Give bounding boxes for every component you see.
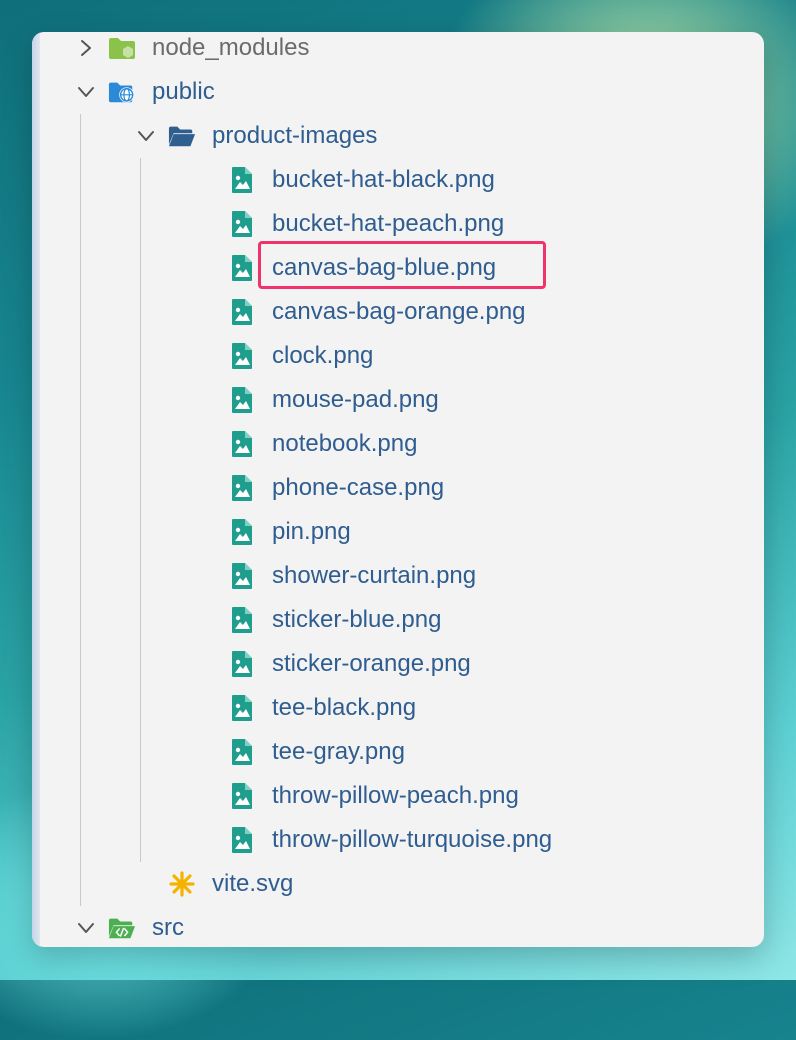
image-file-icon: [228, 607, 256, 633]
file-item[interactable]: clock.png: [32, 334, 764, 378]
file-item[interactable]: shower-curtain.png: [32, 554, 764, 598]
image-file-icon: [228, 783, 256, 809]
file-item-label: pin.png: [272, 518, 351, 545]
public-folder-icon: [108, 79, 136, 105]
file-item-label: throw-pillow-turquoise.png: [272, 826, 553, 853]
file-item-label: bucket-hat-black.png: [272, 166, 495, 193]
image-file-icon: [228, 255, 256, 281]
src-folder-icon: [108, 915, 136, 941]
image-file-icon: [228, 739, 256, 765]
file-tree: node_modules public product-images bucke…: [32, 32, 764, 947]
vite-icon: [168, 871, 196, 897]
file-item[interactable]: bucket-hat-black.png: [32, 158, 764, 202]
image-file-icon: [228, 299, 256, 325]
tree-item-label: src: [152, 914, 184, 941]
tree-item-src[interactable]: src: [32, 906, 764, 947]
image-file-icon: [228, 651, 256, 677]
chevron-down-icon[interactable]: [76, 82, 96, 102]
open-folder-icon: [168, 123, 196, 149]
image-file-icon: [228, 343, 256, 369]
tree-item-label: node_modules: [152, 34, 310, 61]
file-item-label: tee-gray.png: [272, 738, 405, 765]
file-item[interactable]: bucket-hat-peach.png: [32, 202, 764, 246]
image-file-icon: [228, 431, 256, 457]
file-item-label: notebook.png: [272, 430, 418, 457]
file-item[interactable]: mouse-pad.png: [32, 378, 764, 422]
file-item[interactable]: throw-pillow-peach.png: [32, 774, 764, 818]
image-file-icon: [228, 167, 256, 193]
file-item[interactable]: sticker-blue.png: [32, 598, 764, 642]
file-item-label: throw-pillow-peach.png: [272, 782, 519, 809]
tree-item-label: public: [152, 78, 215, 105]
tree-item-public[interactable]: public: [32, 70, 764, 114]
image-file-icon: [228, 695, 256, 721]
file-item[interactable]: tee-black.png: [32, 686, 764, 730]
file-item-label: clock.png: [272, 342, 374, 369]
tree-item-label: product-images: [212, 122, 378, 149]
chevron-down-icon[interactable]: [136, 126, 156, 146]
image-file-icon: [228, 827, 256, 853]
file-item-label: sticker-orange.png: [272, 650, 471, 677]
file-item[interactable]: tee-gray.png: [32, 730, 764, 774]
file-item-label: bucket-hat-peach.png: [272, 210, 505, 237]
file-item-label: sticker-blue.png: [272, 606, 442, 633]
chevron-right-icon[interactable]: [76, 38, 96, 58]
tree-item-label: vite.svg: [212, 870, 294, 897]
image-file-icon: [228, 387, 256, 413]
highlight-box: [258, 241, 546, 289]
file-item[interactable]: sticker-orange.png: [32, 642, 764, 686]
file-item-label: phone-case.png: [272, 474, 445, 501]
image-file-icon: [228, 211, 256, 237]
tree-item-vite-svg[interactable]: vite.svg: [32, 862, 764, 906]
file-item-label: canvas-bag-orange.png: [272, 298, 526, 325]
chevron-down-icon[interactable]: [76, 918, 96, 938]
file-explorer-panel: node_modules public product-images bucke…: [32, 32, 764, 947]
file-item[interactable]: canvas-bag-orange.png: [32, 290, 764, 334]
file-item-label: tee-black.png: [272, 694, 417, 721]
file-item-label: shower-curtain.png: [272, 562, 477, 589]
file-item[interactable]: pin.png: [32, 510, 764, 554]
tree-item-node-modules[interactable]: node_modules: [32, 32, 764, 70]
file-item[interactable]: notebook.png: [32, 422, 764, 466]
file-item[interactable]: phone-case.png: [32, 466, 764, 510]
file-item-label: mouse-pad.png: [272, 386, 439, 413]
file-item[interactable]: throw-pillow-turquoise.png: [32, 818, 764, 862]
tree-item-product-images[interactable]: product-images: [32, 114, 764, 158]
image-file-icon: [228, 475, 256, 501]
node-folder-icon: [108, 35, 136, 61]
image-file-icon: [228, 563, 256, 589]
image-file-icon: [228, 519, 256, 545]
